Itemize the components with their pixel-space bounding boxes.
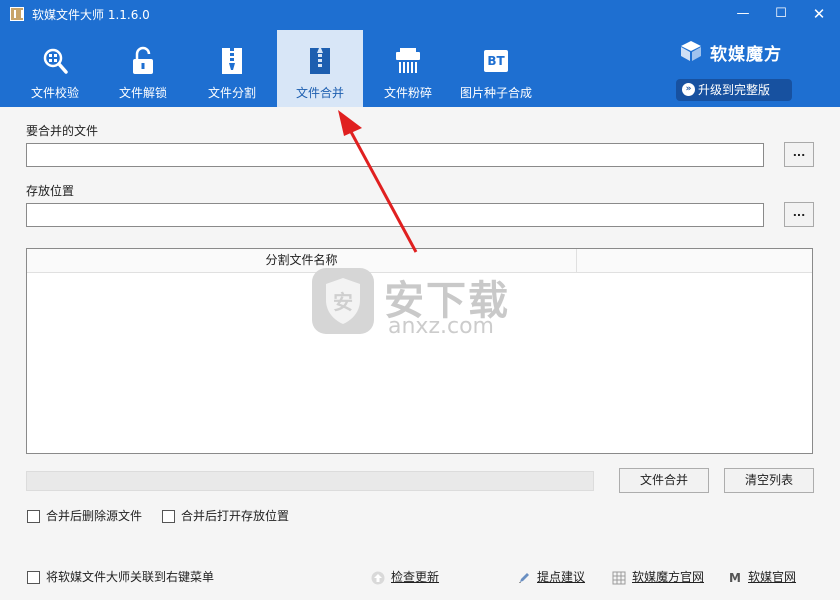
zipper-merge-icon (310, 48, 330, 74)
suggestion-link[interactable]: 提点建议 (517, 570, 597, 586)
context-menu-label: 将软媒文件大师关联到右键菜单 (46, 570, 215, 584)
mofang-site-link[interactable]: 软媒魔方官网 (612, 570, 712, 586)
tool-label: 文件合并 (295, 86, 344, 100)
tool-file-unlock[interactable]: 文件解锁 (100, 30, 186, 107)
app-icon (10, 7, 24, 21)
tool-label: 文件解锁 (118, 86, 167, 100)
column-header-split-file-name[interactable]: 分割文件名称 (27, 249, 577, 273)
open-location-option[interactable]: 合并后打开存放位置 (162, 509, 302, 525)
context-menu-option[interactable]: 将软媒文件大师关联到右键菜单 (27, 570, 227, 586)
split-file-list[interactable]: 分割文件名称 (26, 248, 813, 454)
pen-icon (519, 573, 529, 583)
tool-label: 图片种子合成 (459, 86, 532, 100)
save-location-label: 存放位置 (26, 184, 75, 198)
cube-logo-icon (681, 41, 701, 61)
ruanmei-logo-icon: M (729, 571, 741, 585)
suggestion-text: 提点建议 (537, 570, 586, 584)
save-location-input[interactable] (26, 203, 764, 227)
magnifier-grid-icon (43, 48, 68, 74)
close-button[interactable]: ✕ (806, 4, 832, 24)
brand-name: 软媒魔方 (710, 45, 782, 65)
merge-button[interactable]: 文件合并 (619, 468, 709, 493)
check-update-link[interactable]: 检查更新 (371, 570, 451, 586)
delete-source-checkbox[interactable] (27, 510, 40, 523)
ruanmei-site-text: 软媒官网 (748, 570, 797, 584)
toolbar: 文件校验 文件解锁 文件分割 文件合并 文件粉碎 BT 图片种子合成 (0, 30, 560, 107)
merge-file-label: 要合并的文件 (26, 124, 99, 138)
open-location-label: 合并后打开存放位置 (181, 509, 290, 523)
ruanmei-site-link[interactable]: M 软媒官网 (728, 570, 808, 586)
tool-file-verify[interactable]: 文件校验 (12, 30, 98, 107)
list-header: 分割文件名称 (27, 249, 812, 273)
app-title: 软媒文件大师 1.1.6.0 (32, 8, 150, 22)
delete-source-option[interactable]: 合并后删除源文件 (27, 509, 157, 525)
title-bar: 软媒文件大师 1.1.6.0 — ☐ ✕ (0, 0, 840, 28)
double-chevron-up-icon: » (682, 83, 695, 96)
tool-file-shred[interactable]: 文件粉碎 (365, 30, 451, 107)
minimize-button[interactable]: — (730, 4, 756, 24)
merge-progress-bar (26, 471, 594, 491)
tool-file-split[interactable]: 文件分割 (189, 30, 275, 107)
open-location-checkbox[interactable] (162, 510, 175, 523)
tool-file-merge[interactable]: 文件合并 (277, 30, 363, 107)
zipper-split-icon (222, 48, 242, 74)
merge-file-browse-button[interactable]: ... (784, 142, 814, 167)
merge-file-input[interactable] (26, 143, 764, 167)
mofang-site-text: 软媒魔方官网 (632, 570, 705, 584)
check-update-text: 检查更新 (391, 570, 440, 584)
clear-list-button[interactable]: 清空列表 (724, 468, 814, 493)
brand: 软媒魔方 (680, 38, 830, 65)
tool-label: 文件粉碎 (383, 86, 432, 100)
arrow-up-circle-icon (371, 571, 385, 585)
bt-icon: BT (484, 50, 508, 72)
grid-icon (612, 571, 626, 585)
tool-label: 文件校验 (30, 86, 79, 100)
save-location-browse-button[interactable]: ... (784, 202, 814, 227)
tool-label: 文件分割 (207, 86, 256, 100)
maximize-button[interactable]: ☐ (768, 4, 794, 24)
shredder-icon (396, 48, 420, 73)
context-menu-checkbox[interactable] (27, 571, 40, 584)
delete-source-label: 合并后删除源文件 (46, 509, 143, 523)
header: 软媒文件大师 1.1.6.0 — ☐ ✕ 文件校验 文件解锁 文件分割 文件合并… (0, 0, 840, 107)
unlock-icon (133, 46, 153, 74)
upgrade-label: 升级到完整版 (698, 83, 771, 97)
upgrade-button[interactable]: » 升级到完整版 (676, 79, 792, 101)
tool-image-torrent[interactable]: BT 图片种子合成 (453, 30, 539, 107)
